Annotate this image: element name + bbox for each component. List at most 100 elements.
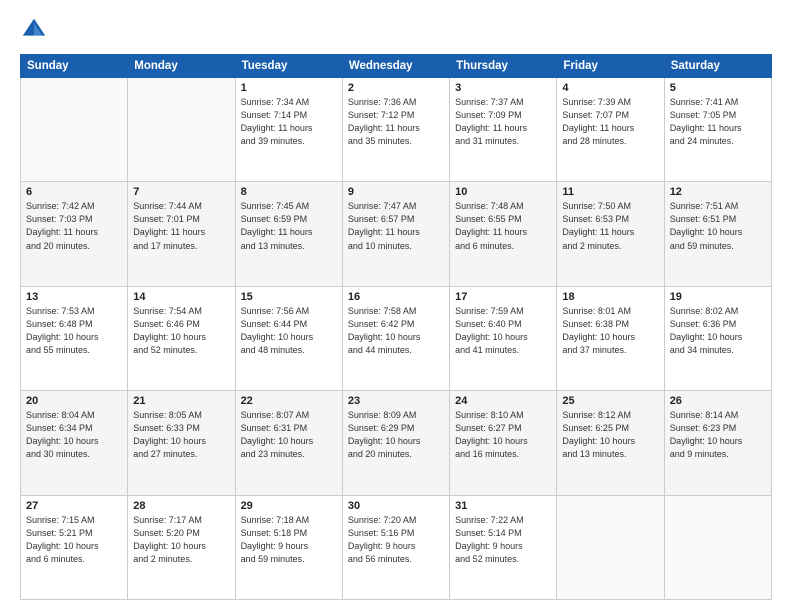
calendar-cell: 27 Sunrise: 7:15 AM Sunset: 5:21 PM Dayli… [21, 495, 128, 599]
calendar-week-row: 1 Sunrise: 7:34 AM Sunset: 7:14 PM Daylig… [21, 78, 772, 182]
day-info: Sunrise: 8:01 AM Sunset: 6:38 PM Dayligh… [562, 305, 658, 357]
calendar-cell: 2 Sunrise: 7:36 AM Sunset: 7:12 PM Daylig… [342, 78, 449, 182]
calendar-week-row: 6Sunrise: 7:42 AM Sunset: 7:03 PM Daylig… [21, 182, 772, 286]
day-info: Sunrise: 7:58 AM Sunset: 6:42 PM Dayligh… [348, 305, 444, 357]
day-number: 27 [26, 500, 122, 512]
page: SundayMondayTuesdayWednesdayThursdayFrid… [0, 0, 792, 612]
day-number: 29 [241, 500, 337, 512]
calendar-cell: 8 Sunrise: 7:45 AM Sunset: 6:59 PM Daylig… [235, 182, 342, 286]
day-info: Sunrise: 8:04 AM Sunset: 6:34 PM Dayligh… [26, 409, 122, 461]
calendar-cell: 3 Sunrise: 7:37 AM Sunset: 7:09 PM Daylig… [450, 78, 557, 182]
day-info: Sunrise: 7:56 AM Sunset: 6:44 PM Dayligh… [241, 305, 337, 357]
calendar-cell: 10 Sunrise: 7:48 AM Sunset: 6:55 PM Dayli… [450, 182, 557, 286]
day-number: 24 [455, 395, 551, 407]
day-info: Sunrise: 8:02 AM Sunset: 6:36 PM Dayligh… [670, 305, 766, 357]
logo [20, 16, 52, 44]
day-info: Sunrise: 7:54 AM Sunset: 6:46 PM Dayligh… [133, 305, 229, 357]
calendar-table: SundayMondayTuesdayWednesdayThursdayFrid… [20, 54, 772, 600]
calendar-cell: 19 Sunrise: 8:02 AM Sunset: 6:36 PM Dayli… [664, 286, 771, 390]
day-info: Sunrise: 7:50 AM Sunset: 6:53 PM Dayligh… [562, 200, 658, 252]
calendar-cell: 9 Sunrise: 7:47 AM Sunset: 6:57 PM Daylig… [342, 182, 449, 286]
day-number: 23 [348, 395, 444, 407]
day-info: Sunrise: 7:36 AM Sunset: 7:12 PM Dayligh… [348, 96, 444, 148]
day-number: 19 [670, 291, 766, 303]
calendar-cell: 25 Sunrise: 8:12 AM Sunset: 6:25 PM Dayli… [557, 391, 664, 495]
calendar-cell [557, 495, 664, 599]
calendar-week-row: 13 Sunrise: 7:53 AM Sunset: 6:48 PM Dayli… [21, 286, 772, 390]
calendar-cell: 16 Sunrise: 7:58 AM Sunset: 6:42 PM Dayli… [342, 286, 449, 390]
calendar-cell: 20 Sunrise: 8:04 AM Sunset: 6:34 PM Dayli… [21, 391, 128, 495]
day-number: 8 [241, 186, 337, 198]
day-info: Sunrise: 7:45 AM Sunset: 6:59 PM Dayligh… [241, 200, 337, 252]
day-number: 18 [562, 291, 658, 303]
day-info: Sunrise: 8:12 AM Sunset: 6:25 PM Dayligh… [562, 409, 658, 461]
weekday-header-saturday: Saturday [664, 55, 771, 78]
weekday-header-row: SundayMondayTuesdayWednesdayThursdayFrid… [21, 55, 772, 78]
day-number: 3 [455, 82, 551, 94]
day-number: 13 [26, 291, 122, 303]
calendar-cell: 28 Sunrise: 7:17 AM Sunset: 5:20 PM Dayli… [128, 495, 235, 599]
calendar-cell: 23Sunrise: 8:09 AM Sunset: 6:29 PM Dayli… [342, 391, 449, 495]
calendar-cell: 24 Sunrise: 8:10 AM Sunset: 6:27 PM Dayli… [450, 391, 557, 495]
day-info: Sunrise: 7:41 AM Sunset: 7:05 PM Dayligh… [670, 96, 766, 148]
calendar-cell: 7Sunrise: 7:44 AM Sunset: 7:01 PM Daylig… [128, 182, 235, 286]
day-number: 28 [133, 500, 229, 512]
header [20, 16, 772, 44]
day-number: 25 [562, 395, 658, 407]
day-number: 11 [562, 186, 658, 198]
day-info: Sunrise: 7:42 AM Sunset: 7:03 PM Dayligh… [26, 200, 122, 252]
calendar-cell: 22Sunrise: 8:07 AM Sunset: 6:31 PM Dayli… [235, 391, 342, 495]
calendar-cell: 21Sunrise: 8:05 AM Sunset: 6:33 PM Dayli… [128, 391, 235, 495]
calendar-cell: 30 Sunrise: 7:20 AM Sunset: 5:16 PM Dayli… [342, 495, 449, 599]
day-info: Sunrise: 8:10 AM Sunset: 6:27 PM Dayligh… [455, 409, 551, 461]
day-info: Sunrise: 8:14 AM Sunset: 6:23 PM Dayligh… [670, 409, 766, 461]
calendar-cell [21, 78, 128, 182]
calendar-cell: 14 Sunrise: 7:54 AM Sunset: 6:46 PM Dayli… [128, 286, 235, 390]
day-number: 10 [455, 186, 551, 198]
day-number: 7 [133, 186, 229, 198]
weekday-header-tuesday: Tuesday [235, 55, 342, 78]
day-number: 30 [348, 500, 444, 512]
calendar-cell: 26Sunrise: 8:14 AM Sunset: 6:23 PM Dayli… [664, 391, 771, 495]
calendar-cell: 12Sunrise: 7:51 AM Sunset: 6:51 PM Dayli… [664, 182, 771, 286]
day-info: Sunrise: 7:22 AM Sunset: 5:14 PM Dayligh… [455, 514, 551, 566]
day-number: 5 [670, 82, 766, 94]
day-number: 12 [670, 186, 766, 198]
calendar-cell: 4Sunrise: 7:39 AM Sunset: 7:07 PM Daylig… [557, 78, 664, 182]
day-number: 20 [26, 395, 122, 407]
calendar-week-row: 27 Sunrise: 7:15 AM Sunset: 5:21 PM Dayli… [21, 495, 772, 599]
weekday-header-monday: Monday [128, 55, 235, 78]
weekday-header-friday: Friday [557, 55, 664, 78]
day-number: 21 [133, 395, 229, 407]
calendar-cell: 15Sunrise: 7:56 AM Sunset: 6:44 PM Dayli… [235, 286, 342, 390]
day-info: Sunrise: 7:59 AM Sunset: 6:40 PM Dayligh… [455, 305, 551, 357]
calendar-week-row: 20 Sunrise: 8:04 AM Sunset: 6:34 PM Dayli… [21, 391, 772, 495]
calendar-cell: 5 Sunrise: 7:41 AM Sunset: 7:05 PM Daylig… [664, 78, 771, 182]
calendar-cell: 18 Sunrise: 8:01 AM Sunset: 6:38 PM Dayli… [557, 286, 664, 390]
day-number: 14 [133, 291, 229, 303]
day-number: 1 [241, 82, 337, 94]
day-info: Sunrise: 7:37 AM Sunset: 7:09 PM Dayligh… [455, 96, 551, 148]
day-info: Sunrise: 7:34 AM Sunset: 7:14 PM Dayligh… [241, 96, 337, 148]
logo-icon [20, 16, 48, 44]
calendar-cell: 6Sunrise: 7:42 AM Sunset: 7:03 PM Daylig… [21, 182, 128, 286]
day-info: Sunrise: 7:17 AM Sunset: 5:20 PM Dayligh… [133, 514, 229, 566]
day-number: 4 [562, 82, 658, 94]
day-number: 2 [348, 82, 444, 94]
day-number: 22 [241, 395, 337, 407]
weekday-header-thursday: Thursday [450, 55, 557, 78]
calendar-cell: 17 Sunrise: 7:59 AM Sunset: 6:40 PM Dayli… [450, 286, 557, 390]
day-info: Sunrise: 7:53 AM Sunset: 6:48 PM Dayligh… [26, 305, 122, 357]
day-info: Sunrise: 7:18 AM Sunset: 5:18 PM Dayligh… [241, 514, 337, 566]
calendar-cell: 13 Sunrise: 7:53 AM Sunset: 6:48 PM Dayli… [21, 286, 128, 390]
day-info: Sunrise: 7:15 AM Sunset: 5:21 PM Dayligh… [26, 514, 122, 566]
day-info: Sunrise: 7:47 AM Sunset: 6:57 PM Dayligh… [348, 200, 444, 252]
calendar-cell: 11 Sunrise: 7:50 AM Sunset: 6:53 PM Dayli… [557, 182, 664, 286]
day-info: Sunrise: 7:20 AM Sunset: 5:16 PM Dayligh… [348, 514, 444, 566]
calendar-cell [664, 495, 771, 599]
day-number: 16 [348, 291, 444, 303]
day-info: Sunrise: 7:48 AM Sunset: 6:55 PM Dayligh… [455, 200, 551, 252]
day-number: 17 [455, 291, 551, 303]
day-number: 9 [348, 186, 444, 198]
calendar-cell: 31Sunrise: 7:22 AM Sunset: 5:14 PM Dayli… [450, 495, 557, 599]
